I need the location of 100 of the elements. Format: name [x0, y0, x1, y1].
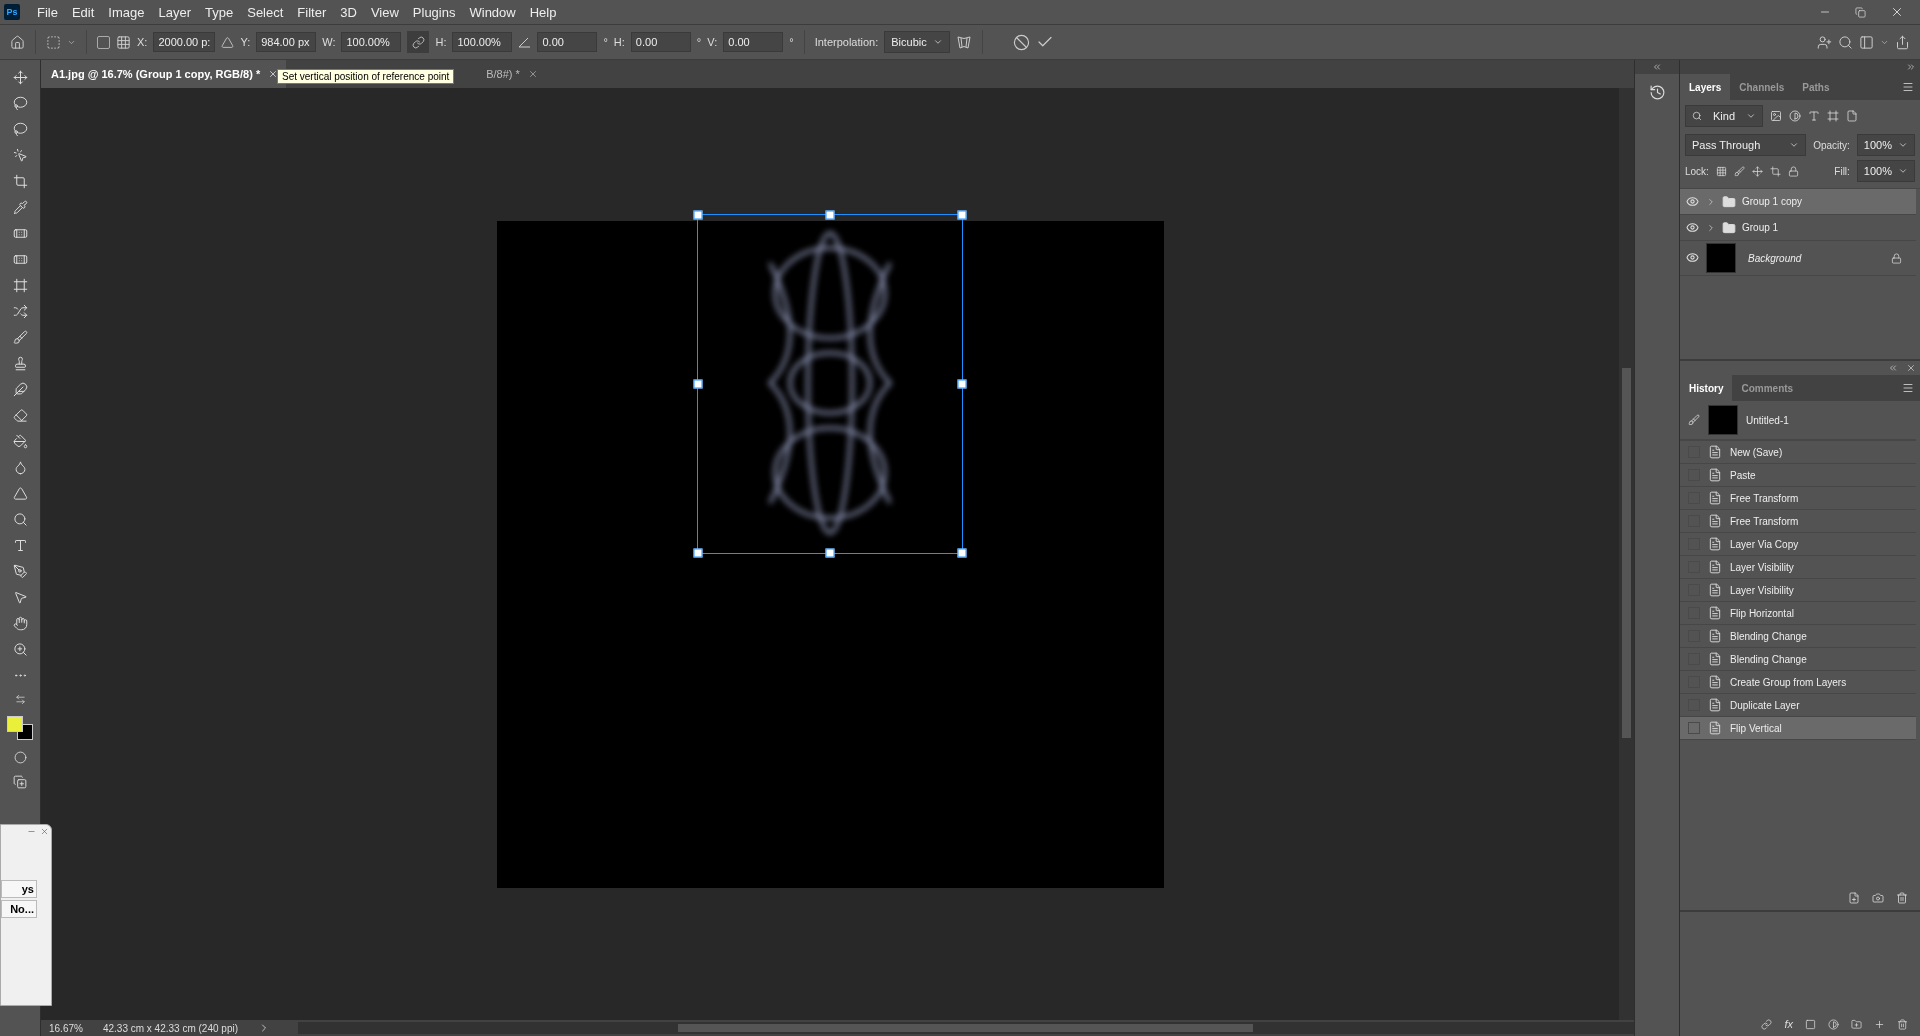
transform-handle[interactable] [825, 548, 834, 557]
droplet-icon[interactable] [12, 460, 28, 475]
input-field[interactable]: 0.00 [723, 32, 784, 52]
move-icon[interactable] [12, 70, 28, 85]
brush-icon[interactable] [1688, 414, 1700, 426]
menu-icon[interactable] [1902, 382, 1914, 394]
menu-item[interactable]: Select [240, 4, 291, 20]
adjustment-icon[interactable] [1828, 1018, 1839, 1030]
folder-icon[interactable] [1851, 1018, 1862, 1030]
pointer-icon[interactable] [12, 148, 28, 163]
transform-bounding-box[interactable] [696, 213, 963, 554]
caret-icon[interactable] [1898, 166, 1908, 176]
menu-item[interactable]: View [363, 4, 406, 20]
checkbox[interactable] [97, 35, 110, 49]
history-checkbox[interactable] [1688, 722, 1700, 734]
menu-item[interactable]: Image [101, 4, 152, 20]
move-lock-icon[interactable] [1751, 165, 1763, 177]
dialog-button[interactable]: ys [1, 880, 37, 898]
transform-handle[interactable] [957, 379, 966, 388]
reference-point-icon[interactable] [116, 34, 131, 50]
input-field[interactable]: 984.00 px [256, 32, 317, 52]
home-icon[interactable] [10, 34, 25, 50]
magnifier-icon[interactable] [12, 512, 28, 527]
pen-icon[interactable] [12, 564, 28, 579]
transform-handle[interactable] [693, 210, 702, 219]
input-field[interactable]: 0.00 [537, 32, 598, 52]
triangle-icon[interactable] [12, 486, 28, 501]
fill-field[interactable]: 100% [1856, 160, 1915, 182]
input-field[interactable]: 100.00% [452, 32, 513, 52]
menu-item[interactable]: Plugins [405, 4, 463, 20]
adjustment-filter-icon[interactable] [1789, 110, 1801, 122]
eraser-icon[interactable] [12, 408, 28, 423]
stamp-icon[interactable] [12, 356, 28, 371]
trash-icon[interactable] [1897, 1018, 1908, 1030]
eye-icon[interactable] [1686, 251, 1700, 265]
bandage-icon[interactable] [12, 252, 28, 267]
mask-icon[interactable] [1805, 1018, 1816, 1030]
eyedropper-icon[interactable] [12, 200, 28, 215]
frame-icon[interactable] [12, 278, 28, 293]
warp-mesh-icon[interactable] [955, 34, 972, 50]
triangle-icon[interactable] [221, 35, 235, 49]
menu-item[interactable]: Help [522, 4, 564, 20]
blend-mode-dropdown[interactable]: Pass Through [1685, 134, 1807, 156]
menu-item[interactable]: Type [198, 4, 241, 20]
image-filter-icon[interactable] [1770, 110, 1782, 122]
link-icon[interactable] [1761, 1018, 1773, 1030]
collapse-icon[interactable] [1652, 62, 1662, 72]
menu-item[interactable]: File [30, 4, 65, 20]
chevron-icon[interactable] [1706, 196, 1716, 207]
input-field[interactable]: 2000.00 p: [153, 32, 216, 52]
layer-row[interactable]: Group 1 copy [1680, 189, 1916, 215]
vertical-scrollbar[interactable] [1619, 88, 1634, 1020]
trash-icon[interactable] [1896, 892, 1908, 904]
type-icon[interactable] [12, 538, 28, 553]
shape-filter-icon[interactable] [1827, 110, 1839, 122]
close-icon[interactable] [1906, 363, 1916, 373]
screen-mode-icon[interactable] [13, 775, 27, 789]
filter-dropdown[interactable]: Kind [1685, 105, 1763, 127]
layer-row[interactable]: Background [1680, 241, 1916, 276]
brush-lock-icon[interactable] [1733, 165, 1745, 177]
lasso-icon[interactable] [12, 96, 28, 111]
search-icon[interactable] [1692, 111, 1702, 121]
fx-button[interactable]: fx [1784, 1018, 1793, 1030]
user-add-icon[interactable] [1817, 34, 1832, 50]
eye-icon[interactable] [1686, 194, 1700, 209]
caret-icon[interactable] [932, 37, 943, 47]
search-icon[interactable] [1838, 34, 1853, 50]
transform-handle[interactable] [693, 548, 702, 557]
menu-item[interactable]: Window [462, 4, 523, 20]
close-icon[interactable] [527, 69, 538, 79]
new-document-icon[interactable] [1848, 892, 1860, 904]
expand-icon[interactable] [1906, 62, 1916, 72]
camera-icon[interactable] [1872, 892, 1884, 904]
transform-handle[interactable] [825, 210, 834, 219]
history-icon[interactable] [1648, 84, 1666, 101]
dialog-button[interactable]: No... [1, 900, 37, 918]
brush-icon[interactable] [12, 330, 28, 345]
menu-item[interactable]: Layer [151, 4, 199, 20]
smart-object-filter-icon[interactable] [1846, 110, 1858, 122]
menu-icon[interactable] [1902, 81, 1914, 93]
caret-icon[interactable] [1789, 140, 1800, 150]
input-field[interactable]: 100.00% [341, 32, 402, 52]
transform-handle[interactable] [693, 379, 702, 388]
eye-icon[interactable] [1686, 220, 1700, 235]
zoom-icon[interactable] [12, 642, 28, 657]
new-layer-icon[interactable] [1874, 1018, 1885, 1030]
input-field[interactable]: 0.00 [630, 32, 691, 52]
type-filter-icon[interactable] [1808, 110, 1820, 122]
caret-icon[interactable] [1898, 140, 1908, 150]
panel-tab[interactable]: Layers [1680, 74, 1731, 100]
close-icon[interactable] [1890, 5, 1904, 19]
shuffle-icon[interactable] [12, 304, 28, 319]
cancel-icon[interactable] [1012, 33, 1030, 51]
bandage-icon[interactable] [12, 226, 28, 241]
link-button[interactable] [407, 31, 430, 53]
close-icon[interactable] [268, 69, 279, 79]
transform-selection-icon[interactable] [46, 34, 61, 50]
opacity-field[interactable]: 100% [1856, 134, 1915, 156]
history-item[interactable]: Flip Vertical [1680, 717, 1916, 740]
link-icon[interactable] [411, 35, 425, 49]
